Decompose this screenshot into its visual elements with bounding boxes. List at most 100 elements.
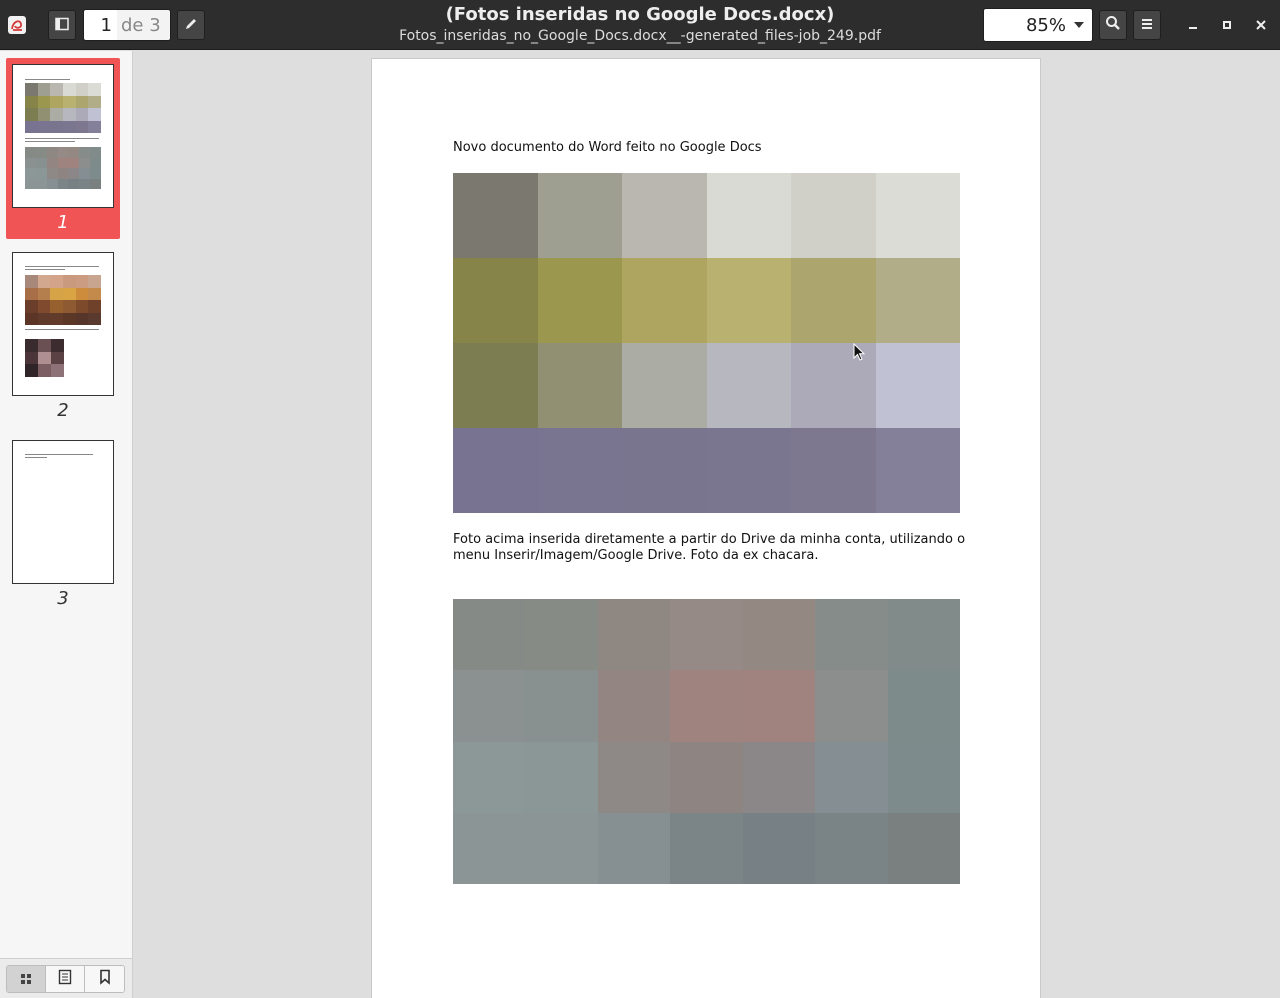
photo-tile (57, 147, 69, 158)
document-photo-2 (453, 599, 960, 884)
photo-tile (37, 108, 51, 121)
thumbnail-text-line (25, 457, 47, 458)
thumbnail-page-3[interactable]: 3 (6, 434, 120, 615)
app-icon[interactable] (5, 13, 29, 37)
photo-tile (622, 173, 707, 258)
photo-tile (75, 108, 89, 121)
thumbnail-page-number: 2 (57, 400, 69, 421)
photo-tile (90, 178, 101, 189)
photo-tile (35, 178, 47, 189)
photo-tile (875, 173, 960, 258)
document-filename: Fotos_inseridas_no_Google_Docs.docx__-ge… (399, 28, 881, 44)
photo-tile (50, 95, 63, 108)
thumbnails-grid-icon (20, 970, 32, 989)
photo-tile (742, 670, 816, 742)
bookmark-icon (99, 969, 111, 989)
photo-tile (537, 428, 622, 513)
photo-tile (815, 599, 888, 671)
sidebar-view-switcher (6, 965, 125, 993)
bookmarks-view-button[interactable] (85, 966, 124, 992)
photo-tile (597, 670, 671, 742)
photo-tile (25, 108, 38, 121)
photo-tile (815, 741, 888, 813)
photo-tile (75, 120, 89, 133)
photo-tile (37, 120, 51, 133)
photo-tile (25, 178, 36, 189)
zoom-value: 85% (1025, 14, 1066, 36)
photo-tile (706, 428, 791, 513)
photo-tile (46, 147, 58, 158)
photo-tile (597, 812, 671, 884)
thumbnail-page-1[interactable]: 1 (6, 58, 120, 239)
thumbnail-text-line (25, 454, 93, 455)
thumbnail-page-2[interactable]: 2 (6, 246, 120, 427)
thumbnail-page-number: 1 (57, 212, 69, 233)
photo-tile (525, 741, 598, 813)
photo-tile (37, 95, 51, 108)
photo-tile (50, 108, 63, 121)
minimize-icon (1187, 16, 1199, 35)
photo-tile (453, 343, 538, 428)
photo-tile (875, 258, 960, 343)
photo-tile (525, 812, 598, 884)
photo-tile (875, 428, 960, 513)
photo-tile (525, 670, 598, 742)
photo-tile (887, 812, 960, 884)
photo-tile (57, 168, 69, 179)
thumbnails-view-button[interactable] (7, 966, 46, 992)
photo-tile (597, 741, 671, 813)
photo-tile (887, 670, 960, 742)
photo-tile (742, 812, 816, 884)
thumbnail-image-2 (25, 147, 101, 189)
photo-tile (63, 95, 76, 108)
photo-tile (537, 258, 622, 343)
outline-view-button[interactable] (46, 966, 85, 992)
photo-tile (887, 741, 960, 813)
photo-tile (25, 157, 36, 168)
document-title: (Fotos inseridas no Google Docs.docx) (445, 4, 835, 25)
photo-tile (88, 95, 101, 108)
document-viewer[interactable]: Novo documento do Word feito no Google D… (133, 51, 1280, 998)
photo-tile (887, 599, 960, 671)
photo-tile (622, 428, 707, 513)
close-button[interactable] (1250, 14, 1272, 36)
zoom-select[interactable]: 85% (983, 8, 1093, 42)
thumbnail-page-1-image (12, 64, 114, 208)
outline-icon (58, 969, 72, 989)
photo-tile (706, 343, 791, 428)
photo-tile (875, 343, 960, 428)
title-block: (Fotos inseridas no Google Docs.docx) Fo… (340, 4, 940, 46)
menu-button[interactable] (1133, 10, 1161, 40)
photo-tile (453, 670, 526, 742)
photo-tile (25, 147, 36, 158)
document-heading: Novo documento do Word feito no Google D… (453, 140, 762, 155)
photo-tile (90, 147, 101, 158)
thumbnail-text-line (25, 79, 70, 80)
thumbnail-sidebar: 1 2 3 (0, 51, 133, 998)
pencil-icon (184, 16, 198, 35)
photo-tile (46, 178, 58, 189)
document-photo-1 (453, 173, 960, 513)
photo-tile (63, 83, 76, 96)
search-button[interactable] (1099, 10, 1127, 40)
photo-tile (46, 157, 58, 168)
photo-tile (453, 599, 526, 671)
photo-tile (90, 157, 101, 168)
thumbnail-text-line (25, 269, 65, 270)
toolbar: 1 de 3 (Fotos inseridas no Google Docs.d… (0, 0, 1280, 50)
sidebar-footer (0, 958, 132, 998)
page-total-label: de 3 (117, 10, 170, 40)
annotate-button[interactable] (177, 10, 205, 40)
page-number-input[interactable]: 1 (84, 10, 117, 40)
sidebar-toggle-button[interactable] (48, 10, 76, 40)
sidebar-toggle-icon (55, 16, 69, 35)
photo-tile (68, 147, 80, 158)
document-caption-line-2: menu Inserir/Imagem/Google Drive. Foto d… (453, 548, 819, 563)
photo-tile (35, 147, 47, 158)
photo-tile (706, 173, 791, 258)
maximize-button[interactable] (1216, 14, 1238, 36)
minimize-button[interactable] (1182, 14, 1204, 36)
photo-tile (670, 812, 743, 884)
photo-tile (37, 83, 51, 96)
thumbnail-image-1 (25, 83, 101, 133)
